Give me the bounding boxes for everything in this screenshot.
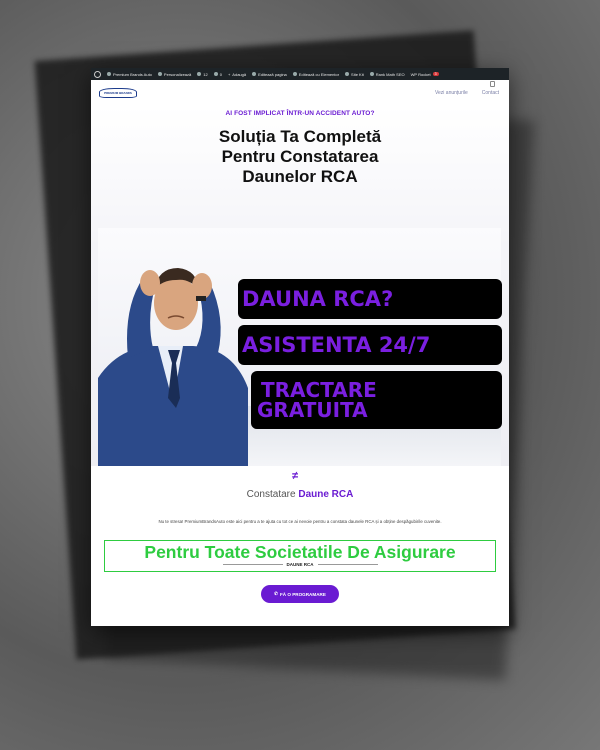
admin-new[interactable]: + Adaugă (228, 72, 246, 77)
google-icon (345, 72, 350, 76)
admin-customize[interactable]: Personalizează (157, 72, 191, 77)
admin-site-name[interactable]: Premium Brands Auto (107, 72, 152, 77)
section-body: Nu te stresa! PremiumBrandsAuto este aic… (158, 519, 442, 524)
divider-line (317, 564, 378, 565)
admin-edit-page[interactable]: Editează pagina (252, 72, 287, 77)
plus-icon: + (227, 71, 231, 77)
phone-icon: ✆ (274, 591, 278, 596)
admin-wp-rocket[interactable]: WP Rocket 3 (411, 72, 439, 77)
wp-logo-icon[interactable] (94, 70, 101, 78)
notification-badge: 3 (432, 72, 439, 76)
elementor-icon (292, 72, 297, 76)
hero-headline: Soluția Ta Completă Pentru Constatarea D… (218, 127, 382, 186)
site-header: PREMIUM BRANDS Vezi anunțurile Contact (91, 80, 509, 106)
pencil-icon (252, 72, 257, 76)
section-subtitle: Constatare Daune RCA (246, 489, 354, 500)
badge-tractare: TRACTARE GRATUITA (251, 371, 502, 429)
comment-icon (213, 72, 218, 76)
web-page: Premium Brands Auto Personalizează 12 0 … (91, 68, 509, 626)
nav-item-listings[interactable]: Vezi anunțurile (435, 90, 468, 96)
badge-asistenta: ASISTENTA 24/7 (238, 325, 502, 365)
insurers-box: Pentru Toate Societatile De Asigurare DA… (104, 540, 496, 572)
divider-line (222, 564, 283, 565)
brush-icon (157, 72, 162, 76)
admin-site-kit[interactable]: Site Kit (345, 72, 364, 77)
admin-comments[interactable]: 0 (213, 72, 222, 77)
wp-admin-bar: Premium Brands Auto Personalizează 12 0 … (91, 68, 509, 80)
not-equal-icon: ≠ (292, 470, 299, 482)
clipboard-icon[interactable] (490, 81, 495, 87)
refresh-icon (197, 72, 202, 76)
appointment-button[interactable]: ✆ FĂ O PROGRAMARE (261, 585, 339, 603)
main-nav: Vezi anunțurile Contact (435, 90, 499, 96)
insurers-title: Pentru Toate Societatile De Asigurare (144, 542, 456, 562)
hero-eyebrow: AI FOST IMPLICAT ÎNTR-UN ACCIDENT AUTO? (225, 110, 375, 117)
chart-icon (369, 72, 374, 76)
nav-item-contact[interactable]: Contact (482, 90, 499, 96)
admin-edit-elementor[interactable]: Editează cu Elementor (292, 72, 339, 77)
badge-dauna-rca: DAUNA RCA? (238, 279, 502, 319)
admin-updates[interactable]: 12 (197, 72, 208, 77)
admin-rank-math[interactable]: Rank Math SEO (369, 72, 405, 77)
home-icon (107, 72, 111, 76)
site-logo[interactable]: PREMIUM BRANDS (99, 88, 137, 98)
